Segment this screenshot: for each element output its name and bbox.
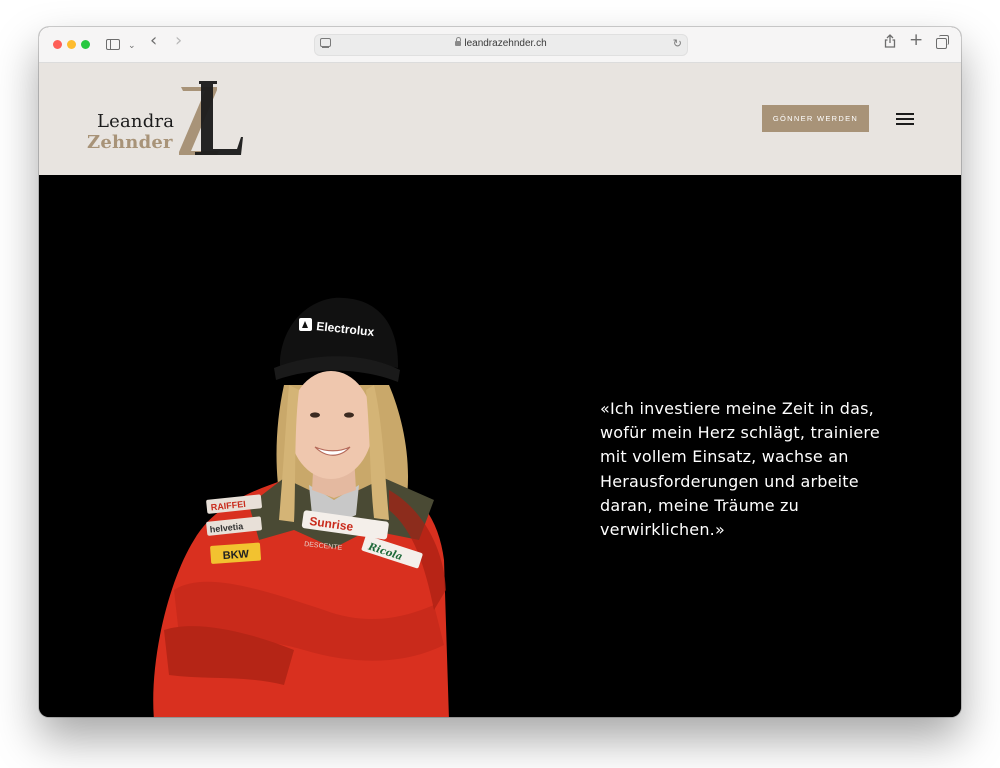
minimize-window-button[interactable]	[67, 40, 76, 49]
svg-text:BKW: BKW	[222, 548, 250, 562]
menu-line	[896, 113, 914, 115]
url-text: leandrazehnder.ch	[464, 38, 547, 49]
address-bar[interactable]: leandrazehnder.ch ↻	[314, 34, 688, 56]
url-text-wrap: leandrazehnder.ch	[315, 37, 687, 49]
become-patron-button[interactable]: GÖNNER WERDEN	[762, 105, 869, 132]
hamburger-menu-icon[interactable]	[896, 113, 914, 125]
close-window-button[interactable]	[53, 40, 62, 49]
site-header: Leandra Zehnder GÖNNER WERDEN	[39, 63, 961, 175]
forward-arrow-icon[interactable]: ›	[175, 32, 182, 50]
zoom-window-button[interactable]	[81, 40, 90, 49]
logo-monogram-icon	[179, 81, 243, 155]
share-icon-glyph	[884, 34, 896, 48]
browser-toolbar: ⌄ ‹ › leandrazehnder.ch ↻ +	[39, 27, 961, 63]
lock-icon	[455, 37, 462, 46]
new-tab-icon[interactable]: +	[909, 31, 923, 49]
tab-overview-icon[interactable]	[936, 35, 949, 49]
logo-last-name: Zehnder	[87, 132, 173, 153]
logo-first-name: Leandra	[97, 111, 175, 132]
sidebar-toggle-icon[interactable]	[106, 39, 120, 50]
chevron-down-icon[interactable]: ⌄	[128, 37, 136, 55]
site-logo[interactable]: Leandra Zehnder	[85, 81, 245, 161]
menu-line	[896, 123, 914, 125]
share-icon[interactable]	[884, 34, 896, 54]
hero-section: RAIFFEI helvetia BKW Sunrise Ricola DESC…	[39, 175, 961, 717]
reload-icon[interactable]: ↻	[673, 37, 682, 50]
back-arrow-icon[interactable]: ‹	[150, 32, 157, 50]
athlete-portrait-image: RAIFFEI helvetia BKW Sunrise Ricola DESC…	[153, 297, 449, 717]
browser-window: ⌄ ‹ › leandrazehnder.ch ↻ + Leandra Zehn…	[39, 27, 961, 717]
hero-quote: «Ich investiere meine Zeit in das, wofür…	[600, 399, 880, 540]
menu-line	[896, 118, 914, 120]
